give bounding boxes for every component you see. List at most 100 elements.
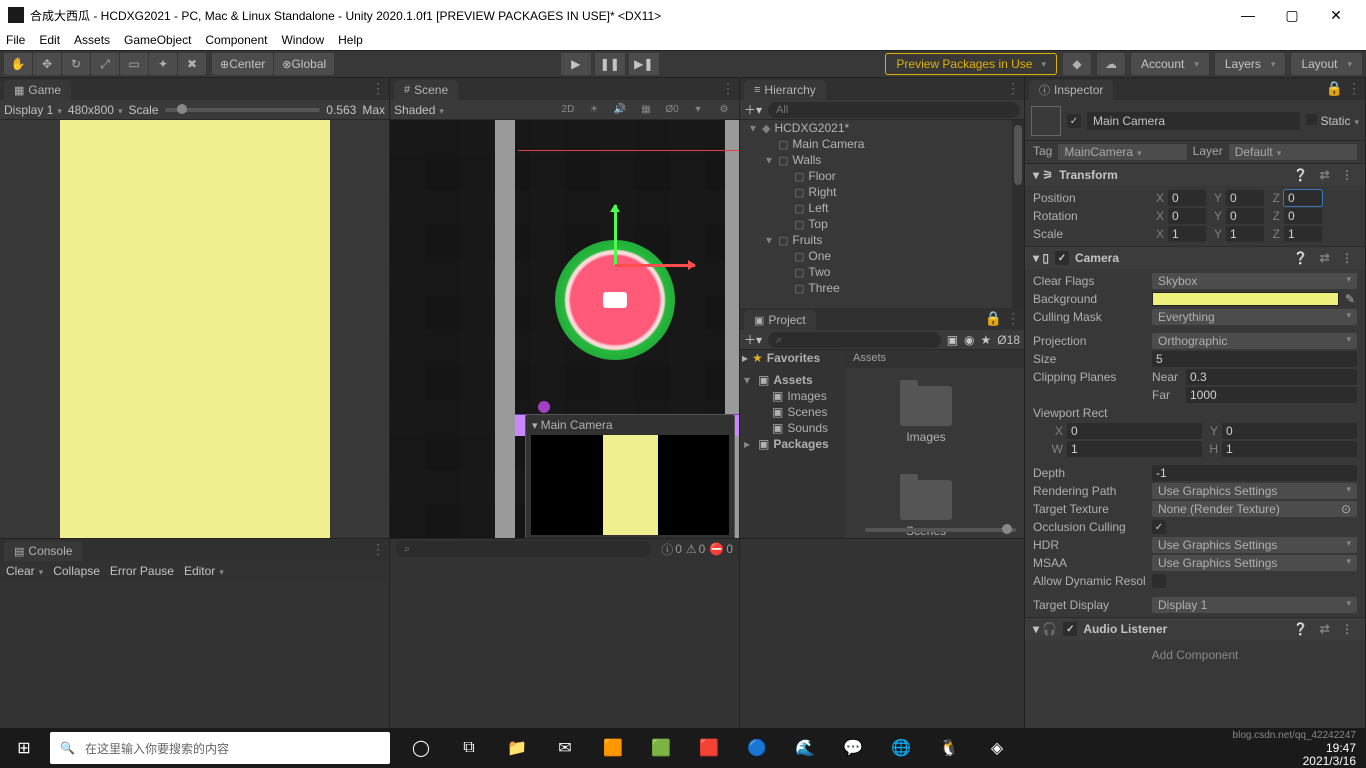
vp-x[interactable]: 0	[1067, 423, 1202, 439]
dynres-checkbox[interactable]	[1152, 574, 1166, 588]
scene-panel-menu[interactable]: ⋮	[721, 80, 735, 97]
app-icon[interactable]: 🔵	[736, 732, 778, 764]
scale-x[interactable]: 1	[1168, 226, 1206, 242]
app-icon[interactable]: 🟧	[592, 732, 634, 764]
project-add[interactable]: ＋▾	[744, 331, 762, 348]
layout-dropdown[interactable]: Layout	[1291, 53, 1362, 75]
shaded-dropdown[interactable]: Shaded	[394, 103, 444, 117]
console-editor[interactable]: Editor	[184, 564, 224, 578]
console-clear[interactable]: Clear	[6, 564, 43, 578]
chrome-icon[interactable]: 🌐	[880, 732, 922, 764]
project-tree-item[interactable]: ▾▣Assets	[740, 372, 845, 388]
hierarchy-item[interactable]: ▢One	[740, 248, 1024, 264]
scale-z[interactable]: 1	[1284, 226, 1322, 242]
menu-edit[interactable]: Edit	[39, 33, 60, 47]
scale-y[interactable]: 1	[1226, 226, 1264, 242]
console-panel-menu[interactable]: ⋮	[371, 541, 385, 558]
filter-label-icon[interactable]: ◉	[964, 333, 974, 347]
hierarchy-panel-menu[interactable]: ⋮	[1006, 80, 1020, 97]
pivot-toggle[interactable]: ⊕ Center	[212, 53, 273, 75]
qq-icon[interactable]: 🐧	[928, 732, 970, 764]
project-breadcrumb[interactable]: Assets	[845, 350, 1024, 368]
game-panel-menu[interactable]: ⋮	[371, 80, 385, 97]
project-panel-menu[interactable]: 🔒 ⋮	[985, 310, 1020, 327]
tag-dropdown[interactable]: MainCamera	[1058, 144, 1186, 160]
console-error-pause[interactable]: Error Pause	[110, 564, 174, 578]
scene-gizmo-icon[interactable]: ⚙	[713, 101, 735, 119]
project-favorites[interactable]: ▸ ★ Favorites	[740, 350, 845, 366]
hierarchy-item[interactable]: ▢Two	[740, 264, 1024, 280]
unity-hub-icon[interactable]: ◈	[976, 732, 1018, 764]
resolution-dropdown[interactable]: 480x800	[68, 103, 123, 117]
static-dropdown[interactable]: Static	[1306, 114, 1359, 128]
space-toggle[interactable]: ⊗ Global	[274, 53, 334, 75]
tab-scene[interactable]: # Scene	[394, 80, 458, 100]
menu-assets[interactable]: Assets	[74, 33, 110, 47]
mail-icon[interactable]: ✉	[544, 732, 586, 764]
menu-file[interactable]: File	[6, 33, 25, 47]
tab-hierarchy[interactable]: ≡ Hierarchy	[744, 80, 826, 100]
taskview-icon[interactable]: ⧉	[448, 732, 490, 764]
hierarchy-item[interactable]: ▢Right	[740, 184, 1024, 200]
maximize-button[interactable]: ▢	[1270, 7, 1314, 24]
background-color[interactable]	[1152, 292, 1339, 306]
scene-2d-toggle[interactable]: 2D	[557, 101, 579, 119]
inspector-panel-menu[interactable]: 🔒 ⋮	[1326, 80, 1361, 97]
menu-help[interactable]: Help	[338, 33, 363, 47]
tab-project[interactable]: ▣ Project	[744, 310, 816, 330]
pos-x[interactable]: 0	[1168, 190, 1206, 206]
transform-header[interactable]: ▾ ⚞ Transform❔ ⇄ ⋮	[1025, 164, 1365, 186]
hierarchy-item[interactable]: ▢Floor	[740, 168, 1024, 184]
layers-dropdown[interactable]: Layers	[1215, 53, 1286, 75]
cloud-icon[interactable]: ☁	[1097, 53, 1125, 75]
hierarchy-item[interactable]: ▾▢Walls	[740, 152, 1024, 168]
preview-packages-warning[interactable]: Preview Packages in Use	[885, 53, 1057, 75]
vp-h[interactable]: 1	[1222, 441, 1357, 457]
camera-header[interactable]: ▾ ▯ ✓ Camera❔ ⇄ ⋮	[1025, 247, 1365, 269]
tab-console[interactable]: ▤ Console	[4, 541, 82, 561]
layer-dropdown[interactable]: Default	[1229, 144, 1357, 160]
menu-window[interactable]: Window	[281, 33, 324, 47]
pos-y[interactable]: 0	[1226, 190, 1264, 206]
menu-gameobject[interactable]: GameObject	[124, 33, 191, 47]
hierarchy-scrollbar[interactable]	[1012, 120, 1024, 308]
near-field[interactable]: 0.3	[1186, 369, 1357, 385]
msaa-dropdown[interactable]: Use Graphics Settings	[1152, 555, 1357, 571]
hand-tool[interactable]: ✋	[4, 53, 32, 75]
console-collapse[interactable]: Collapse	[53, 564, 100, 578]
audio-listener-header[interactable]: ▾ 🎧 ✓ Audio Listener❔ ⇄ ⋮	[1025, 618, 1365, 640]
hierarchy-item[interactable]: ▾◆HCDXG2021*	[740, 120, 1024, 136]
pause-button[interactable]: ❚❚	[595, 53, 625, 75]
app-icon[interactable]: 🌊	[784, 732, 826, 764]
console-warn-count[interactable]: ⚠0	[686, 542, 705, 556]
rect-tool[interactable]: ▭	[120, 53, 148, 75]
add-component-button[interactable]: Add Component	[1025, 640, 1365, 670]
folder-images[interactable]: Images	[900, 386, 952, 444]
project-search[interactable]	[768, 332, 941, 348]
system-tray[interactable]: blog.csdn.net/qq_42242247 19:472021/3/16	[1223, 729, 1366, 768]
culling-mask-dropdown[interactable]: Everything	[1152, 309, 1357, 325]
gameobject-active-checkbox[interactable]: ✓	[1067, 114, 1081, 128]
tab-game[interactable]: ▦ Game	[4, 80, 71, 100]
eyedropper-icon[interactable]: ✎	[1343, 292, 1357, 306]
cortana-icon[interactable]: ◯	[400, 732, 442, 764]
hidden-count[interactable]: Ø18	[997, 333, 1020, 347]
hierarchy-item[interactable]: ▢Main Camera	[740, 136, 1024, 152]
play-button[interactable]: ▶	[561, 53, 591, 75]
explorer-icon[interactable]: 📁	[496, 732, 538, 764]
account-dropdown[interactable]: Account	[1131, 53, 1209, 75]
hierarchy-item[interactable]: ▢Left	[740, 200, 1024, 216]
axis-x[interactable]	[615, 264, 695, 267]
wechat-icon[interactable]: 💬	[832, 732, 874, 764]
favorite-icon[interactable]: ★	[981, 333, 992, 347]
menu-component[interactable]: Component	[205, 33, 267, 47]
vp-w[interactable]: 1	[1067, 441, 1202, 457]
target-display-dropdown[interactable]: Display 1	[1152, 597, 1357, 613]
size-field[interactable]: 5	[1152, 351, 1357, 367]
vp-y[interactable]: 0	[1222, 423, 1357, 439]
hierarchy-item[interactable]: ▢Top	[740, 216, 1024, 232]
project-zoom-slider[interactable]	[865, 528, 1016, 532]
projection-dropdown[interactable]: Orthographic	[1152, 333, 1357, 349]
rot-x[interactable]: 0	[1168, 208, 1206, 224]
hierarchy-item[interactable]: ▾▢Fruits	[740, 232, 1024, 248]
